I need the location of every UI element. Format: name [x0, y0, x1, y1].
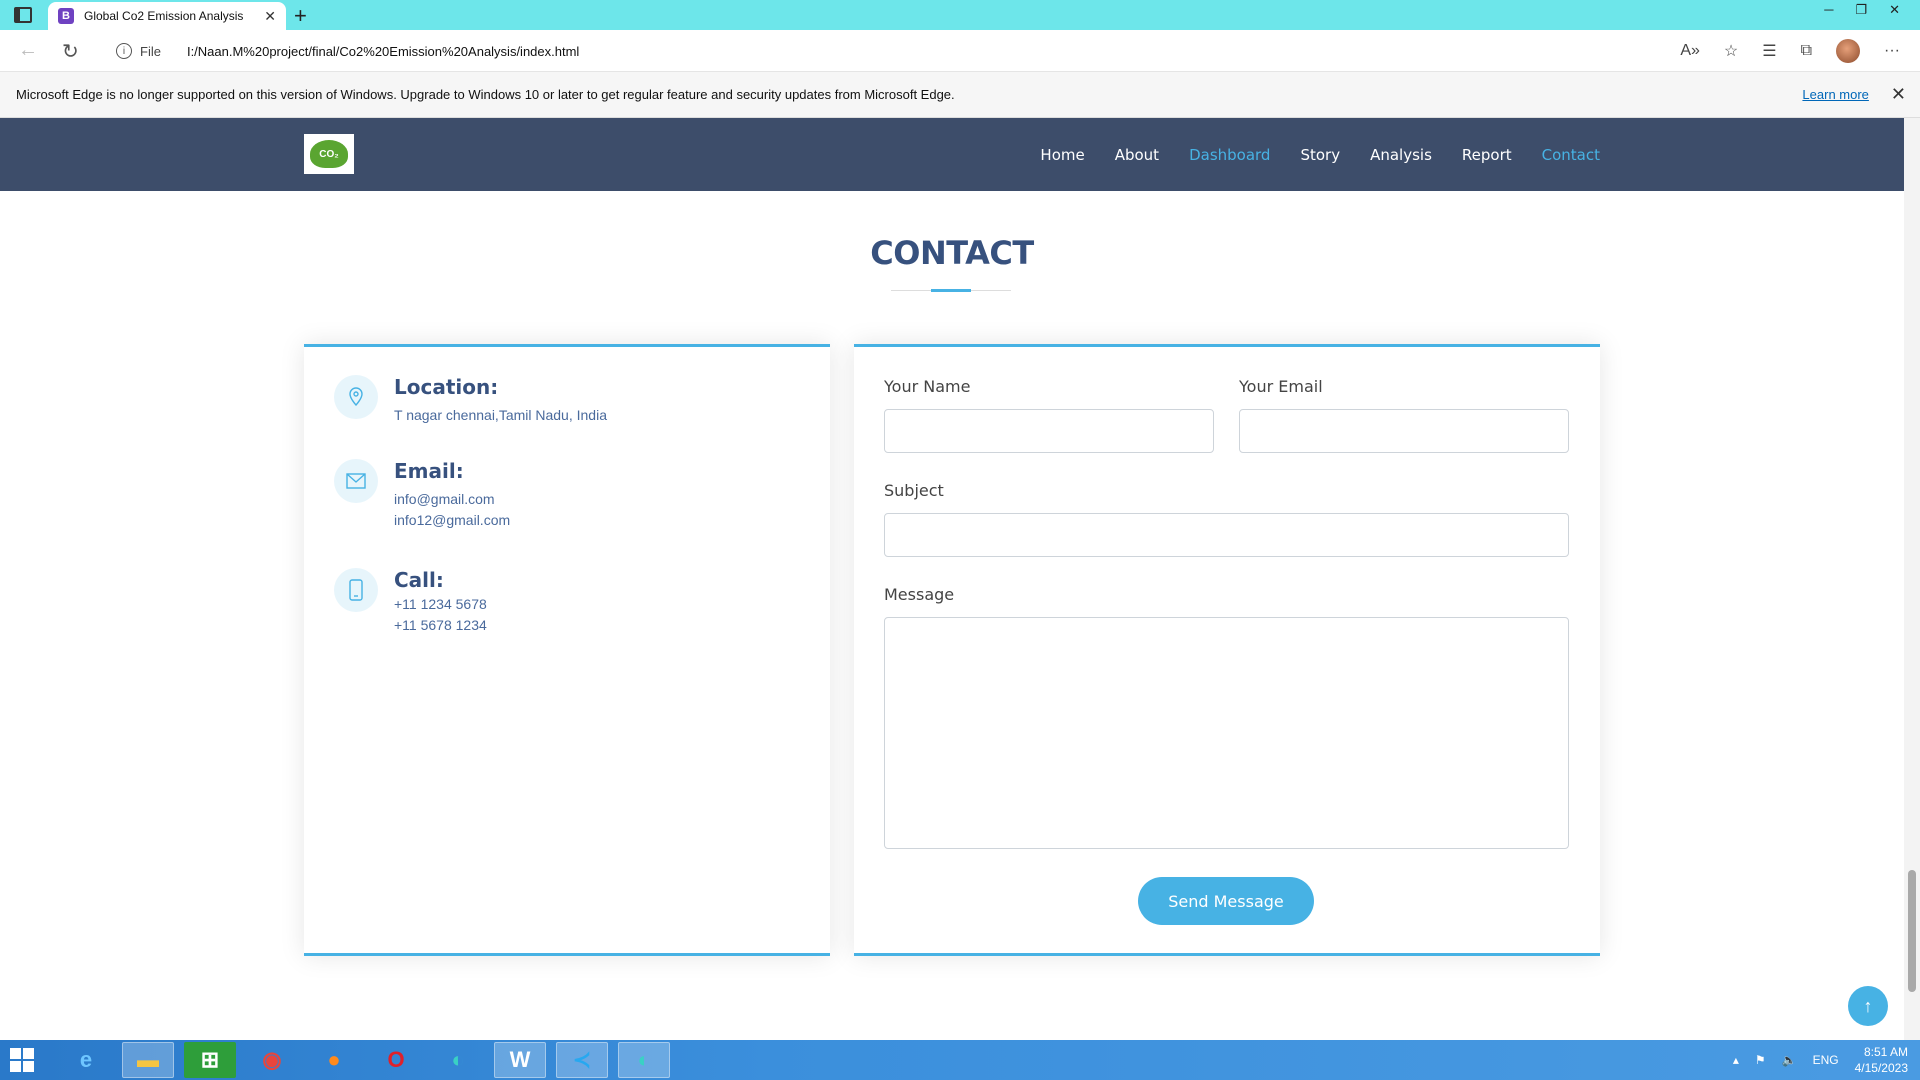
nav-about[interactable]: About — [1115, 146, 1159, 164]
nav-home[interactable]: Home — [1040, 146, 1084, 164]
nav-analysis[interactable]: Analysis — [1370, 146, 1432, 164]
email-line-1: info@gmail.com — [394, 491, 495, 507]
browser-tab-bar: B Global Co2 Emission Analysis ✕ + ─ ❐ ✕ — [0, 0, 1920, 30]
language-indicator[interactable]: ENG — [1813, 1053, 1839, 1067]
chrome-icon[interactable]: ◉ — [246, 1042, 298, 1078]
name-input[interactable] — [884, 409, 1214, 453]
close-infobar-icon[interactable]: ✕ — [1891, 84, 1906, 105]
co2-cloud-icon: CO₂ — [310, 140, 348, 168]
infobar-text: Microsoft Edge is no longer supported on… — [16, 87, 955, 102]
system-tray: ▴ ⚑ 🔈 ENG 8:51 AM 4/15/2023 — [1733, 1044, 1908, 1076]
new-tab-icon[interactable]: + — [294, 3, 307, 29]
send-message-button[interactable]: Send Message — [1138, 877, 1314, 925]
web-page: CO₂ Home About Dashboard Story Analysis … — [0, 118, 1904, 1040]
section-title: CONTACT — [870, 234, 1034, 272]
profile-avatar[interactable] — [1836, 39, 1861, 63]
email-input[interactable] — [1239, 409, 1569, 453]
call-heading: Call: — [394, 568, 444, 592]
message-label: Message — [884, 585, 955, 604]
minimize-icon[interactable]: ─ — [1824, 2, 1833, 18]
internet-explorer-icon[interactable]: e — [60, 1042, 112, 1078]
address-bar-row: ← ↻ i File I:/Naan.M%20project/final/Co2… — [0, 30, 1920, 72]
url-text[interactable]: I:/Naan.M%20project/final/Co2%20Emission… — [187, 44, 579, 59]
nav-dashboard[interactable]: Dashboard — [1189, 146, 1270, 164]
vscode-icon[interactable]: ≺ — [556, 1042, 608, 1078]
back-to-top-button[interactable]: ↑ — [1848, 986, 1888, 1026]
url-box[interactable]: i File I:/Naan.M%20project/final/Co2%20E… — [102, 36, 1702, 66]
arrow-up-icon: ↑ — [1863, 995, 1873, 1016]
window-controls: ─ ❐ ✕ — [1824, 2, 1900, 18]
contact-info-card: Location: T nagar chennai,Tamil Nadu, In… — [304, 344, 830, 956]
more-menu-icon[interactable]: ··· — [1884, 42, 1900, 60]
edge-active-icon[interactable]: ◐ — [618, 1042, 670, 1078]
back-icon[interactable]: ← — [18, 39, 38, 62]
site-header: CO₂ Home About Dashboard Story Analysis … — [0, 118, 1904, 191]
bootstrap-favicon-icon: B — [58, 8, 74, 24]
clock[interactable]: 8:51 AM 4/15/2023 — [1855, 1044, 1908, 1076]
unsupported-infobar: Microsoft Edge is no longer supported on… — [0, 72, 1920, 118]
subject-input[interactable] — [884, 513, 1569, 557]
message-textarea[interactable] — [884, 617, 1569, 849]
site-nav: Home About Dashboard Story Analysis Repo… — [1040, 118, 1600, 191]
file-explorer-icon[interactable]: ▬ — [122, 1042, 174, 1078]
location-text: T nagar chennai,Tamil Nadu, India — [394, 407, 607, 423]
close-tab-icon[interactable]: ✕ — [264, 8, 276, 25]
refresh-icon[interactable]: ↻ — [62, 39, 79, 64]
info-icon[interactable]: i — [116, 43, 132, 59]
firefox-icon[interactable]: ● — [308, 1042, 360, 1078]
nav-contact[interactable]: Contact — [1542, 146, 1600, 164]
title-accent-bar — [931, 289, 971, 292]
windows-taskbar: e ▬ ⊞ ◉ ● O ◐ W ≺ ◐ ▴ ⚑ 🔈 ENG 8:51 AM 4/… — [0, 1040, 1920, 1080]
location-heading: Location: — [394, 375, 499, 399]
url-file-label: File — [140, 43, 161, 59]
co2-logo[interactable]: CO₂ — [304, 134, 354, 174]
nav-story[interactable]: Story — [1300, 146, 1340, 164]
opera-icon[interactable]: O — [370, 1042, 422, 1078]
browser-toolbar: A» ☆ ☰ ⧉ ··· — [1680, 39, 1900, 63]
phone-line-1: +11 1234 5678 — [394, 596, 487, 612]
map-pin-icon — [334, 375, 378, 419]
action-center-flag-icon[interactable]: ⚑ — [1755, 1053, 1766, 1067]
favorites-icon[interactable]: ☰ — [1762, 41, 1776, 61]
subject-label: Subject — [884, 481, 944, 500]
collections-icon[interactable]: ⧉ — [1801, 42, 1812, 60]
restore-icon[interactable]: ❐ — [1855, 2, 1867, 18]
email-heading: Email: — [394, 459, 464, 483]
browser-tab[interactable]: B Global Co2 Emission Analysis ✕ — [48, 2, 286, 30]
store-icon[interactable]: ⊞ — [184, 1042, 236, 1078]
email-label: Your Email — [1239, 377, 1323, 396]
scrollbar-thumb[interactable] — [1908, 870, 1916, 992]
tab-title: Global Co2 Emission Analysis — [84, 9, 244, 23]
clock-date: 4/15/2023 — [1854, 1061, 1908, 1075]
read-aloud-icon[interactable]: A» — [1680, 42, 1700, 60]
page-scrollbar[interactable] — [1904, 118, 1920, 1040]
close-window-icon[interactable]: ✕ — [1889, 2, 1900, 18]
volume-icon[interactable]: 🔈 — [1782, 1053, 1797, 1067]
windows-start-icon[interactable] — [10, 1048, 34, 1072]
learn-more-link[interactable]: Learn more — [1802, 87, 1868, 102]
name-label: Your Name — [884, 377, 971, 396]
email-line-2: info12@gmail.com — [394, 512, 511, 528]
phone-icon — [334, 568, 378, 612]
phone-line-2: +11 5678 1234 — [394, 617, 487, 633]
word-icon[interactable]: W — [494, 1042, 546, 1078]
tray-chevron-icon[interactable]: ▴ — [1733, 1053, 1739, 1067]
edge-icon[interactable]: ◐ — [432, 1042, 484, 1078]
envelope-icon — [334, 459, 378, 503]
clock-time: 8:51 AM — [1863, 1045, 1908, 1059]
nav-report[interactable]: Report — [1462, 146, 1512, 164]
tab-actions-icon[interactable] — [14, 7, 32, 23]
taskbar-apps: e ▬ ⊞ ◉ ● O ◐ W ≺ ◐ — [60, 1042, 670, 1078]
contact-form-card: Your Name Your Email Subject Message Sen… — [854, 344, 1600, 956]
add-favorite-icon[interactable]: ☆ — [1724, 41, 1738, 61]
